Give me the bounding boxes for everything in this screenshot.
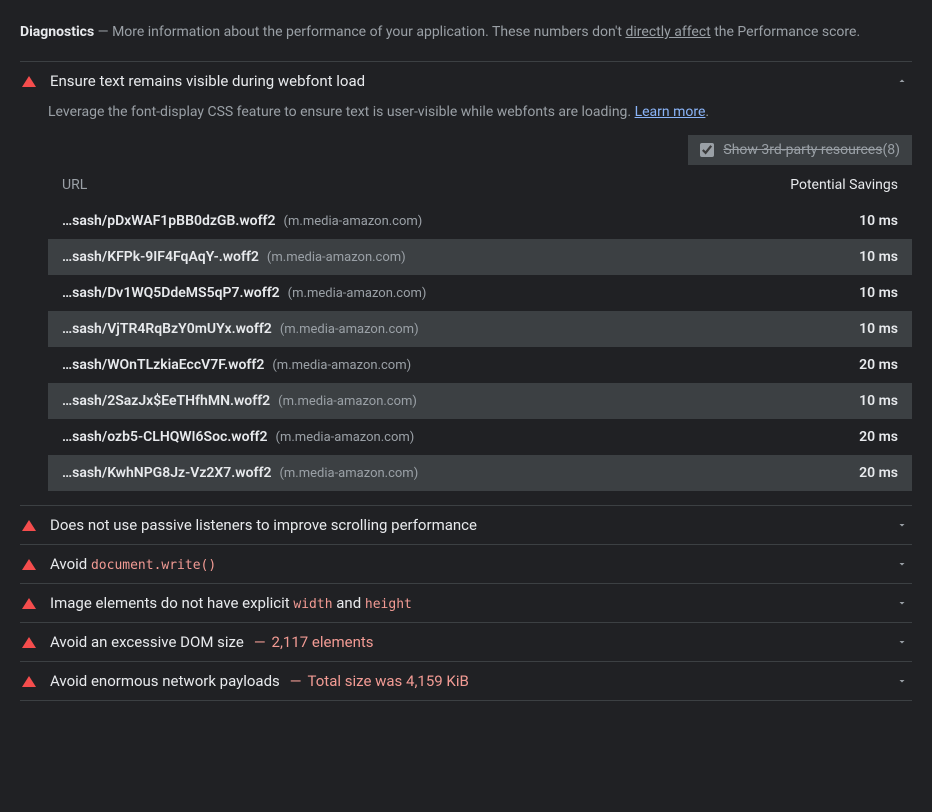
third-party-toggle[interactable]: Show 3rd-party resources (8) <box>688 135 912 165</box>
audit-toggle[interactable]: Ensure text remains visible during webfo… <box>20 62 912 100</box>
audit-dom-size: Avoid an excessive DOM size—2,117 elemen… <box>20 623 912 662</box>
audit-title: Image elements do not have explicit widt… <box>50 594 896 612</box>
diagnostics-header: Diagnostics — More information about the… <box>20 16 912 55</box>
table-row: …sash/VjTR4RqBzY0mUYx.woff2 (m.media-amaz… <box>48 311 912 347</box>
resource-host: (m.media-amazon.com) <box>272 358 411 373</box>
table-row: …sash/2SazJx$EeTHfhMN.woff2 (m.media-amaz… <box>48 383 912 419</box>
table-row: …sash/KFPk-9IF4FqAqY-.woff2 (m.media-amaz… <box>48 239 912 275</box>
audit-description: Leverage the font-display CSS feature to… <box>48 102 912 135</box>
diagnostics-title: Diagnostics <box>20 24 94 40</box>
audit-title: Avoid document.write() <box>50 555 896 573</box>
resource-url[interactable]: …sash/WOnTLzkiaEccV7F.woff2 <box>62 357 264 373</box>
warning-triangle-icon <box>22 520 36 531</box>
chevron-down-icon <box>896 558 908 570</box>
learn-more-link[interactable]: Learn more <box>635 104 706 120</box>
resource-host: (m.media-amazon.com) <box>288 286 427 301</box>
audit-document-write: Avoid document.write() <box>20 545 912 584</box>
resource-host: (m.media-amazon.com) <box>276 430 415 445</box>
resource-savings: 20 ms <box>778 429 898 445</box>
resource-host: (m.media-amazon.com) <box>279 466 418 481</box>
table-row: …sash/WOnTLzkiaEccV7F.woff2 (m.media-amaz… <box>48 347 912 383</box>
chevron-up-icon <box>896 75 908 87</box>
third-party-label: Show 3rd-party resources <box>723 142 882 158</box>
resource-savings: 20 ms <box>778 357 898 373</box>
resource-savings: 20 ms <box>778 465 898 481</box>
audit-font-display: Ensure text remains visible during webfo… <box>20 62 912 506</box>
table-row: …sash/pDxWAF1pBB0dzGB.woff2 (m.media-amaz… <box>48 203 912 239</box>
resource-host: (m.media-amazon.com) <box>267 250 406 265</box>
table-header: URL Potential Savings <box>48 169 912 203</box>
audit-title: Does not use passive listeners to improv… <box>50 516 896 534</box>
audit-toggle[interactable]: Avoid enormous network payloads—Total si… <box>20 662 912 700</box>
chevron-down-icon <box>896 519 908 531</box>
audit-body: Leverage the font-display CSS feature to… <box>20 100 912 505</box>
warning-triangle-icon <box>22 637 36 648</box>
warning-triangle-icon <box>22 598 36 609</box>
resource-savings: 10 ms <box>778 393 898 409</box>
resource-url[interactable]: …sash/2SazJx$EeTHfhMN.woff2 <box>62 393 270 409</box>
audit-toggle[interactable]: Does not use passive listeners to improv… <box>20 506 912 544</box>
resource-savings: 10 ms <box>778 249 898 265</box>
dom-size-value: 2,117 elements <box>272 633 374 651</box>
table-row: …sash/KwhNPG8Jz-Vz2X7.woff2 (m.media-amaz… <box>48 455 912 491</box>
resource-host: (m.media-amazon.com) <box>280 322 419 337</box>
payload-value: Total size was 4,159 KiB <box>308 672 469 690</box>
warning-triangle-icon <box>22 676 36 687</box>
resource-url[interactable]: …sash/Dv1WQ5DdeMS5qP7.woff2 <box>62 285 280 301</box>
audit-image-dimensions: Image elements do not have explicit widt… <box>20 584 912 623</box>
resource-host: (m.media-amazon.com) <box>278 394 417 409</box>
audit-passive-listeners: Does not use passive listeners to improv… <box>20 506 912 545</box>
resource-url[interactable]: …sash/pDxWAF1pBB0dzGB.woff2 <box>62 213 276 229</box>
resource-url[interactable]: …sash/KFPk-9IF4FqAqY-.woff2 <box>62 249 259 265</box>
directly-affect-link[interactable]: directly affect <box>625 24 710 40</box>
resources-table: URL Potential Savings …sash/pDxWAF1pBB0d… <box>48 169 912 491</box>
audit-toggle[interactable]: Image elements do not have explicit widt… <box>20 584 912 622</box>
audit-title: Ensure text remains visible during webfo… <box>50 72 896 90</box>
audit-toggle[interactable]: Avoid document.write() <box>20 545 912 583</box>
resource-savings: 10 ms <box>778 213 898 229</box>
col-savings: Potential Savings <box>778 177 898 193</box>
resource-url[interactable]: …sash/KwhNPG8Jz-Vz2X7.woff2 <box>62 465 271 481</box>
audit-title: Avoid an excessive DOM size—2,117 elemen… <box>50 633 896 651</box>
resource-savings: 10 ms <box>778 321 898 337</box>
resource-savings: 10 ms <box>778 285 898 301</box>
table-row: …sash/Dv1WQ5DdeMS5qP7.woff2 (m.media-amaz… <box>48 275 912 311</box>
third-party-checkbox[interactable] <box>700 143 714 157</box>
chevron-down-icon <box>896 636 908 648</box>
resource-url[interactable]: …sash/VjTR4RqBzY0mUYx.woff2 <box>62 321 272 337</box>
audit-title: Avoid enormous network payloads—Total si… <box>50 672 896 690</box>
warning-triangle-icon <box>22 559 36 570</box>
audit-network-payloads: Avoid enormous network payloads—Total si… <box>20 662 912 701</box>
table-row: …sash/ozb5-CLHQWI6Soc.woff2 (m.media-amaz… <box>48 419 912 455</box>
audit-toggle[interactable]: Avoid an excessive DOM size—2,117 elemen… <box>20 623 912 661</box>
col-url: URL <box>62 177 778 193</box>
warning-triangle-icon <box>22 76 36 87</box>
resource-host: (m.media-amazon.com) <box>284 214 423 229</box>
chevron-down-icon <box>896 597 908 609</box>
chevron-down-icon <box>896 675 908 687</box>
resource-url[interactable]: …sash/ozb5-CLHQWI6Soc.woff2 <box>62 429 268 445</box>
